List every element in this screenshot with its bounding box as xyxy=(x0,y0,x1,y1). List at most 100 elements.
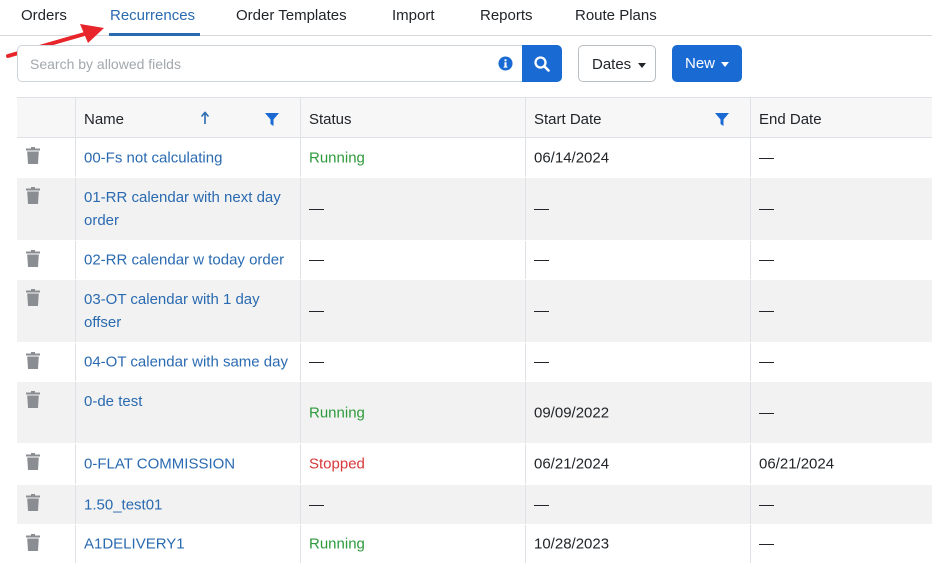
row-actions-cell xyxy=(17,525,75,563)
header-start-date-label: Start Date xyxy=(534,111,602,128)
header-end-date[interactable]: End Date xyxy=(750,98,932,138)
info-icon[interactable] xyxy=(498,56,513,71)
trash-icon[interactable] xyxy=(26,187,40,204)
row-actions-cell xyxy=(17,280,75,342)
recurrence-name-link[interactable]: 00-Fs not calculating xyxy=(84,146,294,169)
header-name[interactable]: Name xyxy=(75,98,301,138)
row-actions-cell xyxy=(17,444,75,484)
row-actions-cell xyxy=(17,138,75,177)
header-end-date-label: End Date xyxy=(759,111,822,128)
table-row: A1DELIVERY1 Running 10/28/2023 — xyxy=(17,525,932,564)
tab-orders[interactable]: Orders xyxy=(21,7,67,24)
recurrence-name-link[interactable]: 01-RR calendar with next day order xyxy=(84,186,294,232)
start-date-text: 09/09/2022 xyxy=(534,404,610,421)
row-name-cell: 01-RR calendar with next day order xyxy=(75,178,300,240)
new-dropdown-button[interactable]: New xyxy=(672,45,742,82)
recurrences-table: Name Status Start Date End Date 00-Fs no… xyxy=(17,97,932,564)
row-name-cell: 04-OT calendar with same day xyxy=(75,343,300,381)
filter-icon[interactable] xyxy=(265,113,279,127)
chevron-down-icon xyxy=(638,63,646,68)
dates-label: Dates xyxy=(592,56,632,73)
row-start-date-cell: 06/21/2024 xyxy=(525,444,750,484)
tab-order-templates[interactable]: Order Templates xyxy=(236,7,347,24)
trash-icon[interactable] xyxy=(26,494,40,511)
end-date-text: — xyxy=(759,200,774,218)
table-body: 00-Fs not calculating Running 06/14/2024—0… xyxy=(17,138,932,564)
recurrence-name-link[interactable]: 03-OT calendar with 1 day offser xyxy=(84,288,294,334)
row-end-date-cell: 06/21/2024 xyxy=(750,444,932,484)
start-date-text: — xyxy=(534,496,549,513)
row-start-date-cell: 10/28/2023 xyxy=(525,525,750,563)
trash-icon[interactable] xyxy=(26,352,40,369)
tab-import[interactable]: Import xyxy=(392,7,435,24)
status-text: — xyxy=(309,302,324,320)
row-name-cell: A1DELIVERY1 xyxy=(75,525,300,563)
recurrence-name-link[interactable]: 04-OT calendar with same day xyxy=(84,351,294,374)
row-end-date-cell: — xyxy=(750,382,932,443)
table-row: 01-RR calendar with next day order — — — xyxy=(17,178,932,241)
dates-dropdown-button[interactable]: Dates xyxy=(578,45,656,82)
trash-icon[interactable] xyxy=(26,147,40,164)
start-date-text: 06/14/2024 xyxy=(534,149,610,166)
trash-icon[interactable] xyxy=(26,289,40,306)
row-start-date-cell: — xyxy=(525,485,750,524)
row-status-cell: Running xyxy=(300,525,525,563)
table-row: 02-RR calendar w today order — — — xyxy=(17,241,932,280)
status-text: Running xyxy=(309,404,365,421)
tab-reports[interactable]: Reports xyxy=(480,7,533,24)
search-button[interactable] xyxy=(522,45,562,82)
end-date-text: — xyxy=(759,353,774,371)
tab-route-plans[interactable]: Route Plans xyxy=(575,7,657,24)
row-end-date-cell: — xyxy=(750,343,932,381)
status-text: Running xyxy=(309,149,365,166)
status-text: — xyxy=(309,353,324,371)
active-tab-indicator xyxy=(109,33,200,36)
header-name-label: Name xyxy=(84,111,125,128)
start-date-text: — xyxy=(534,200,549,218)
row-start-date-cell: — xyxy=(525,241,750,279)
start-date-text: — xyxy=(534,251,549,269)
chevron-down-icon xyxy=(721,62,729,67)
table-row: 03-OT calendar with 1 day offser — — — xyxy=(17,280,932,343)
filter-icon[interactable] xyxy=(715,113,729,127)
tab-recurrences[interactable]: Recurrences xyxy=(110,7,195,24)
header-actions xyxy=(17,98,75,138)
search-icon xyxy=(534,56,550,72)
table-row: 0-de test Running 09/09/2022 — xyxy=(17,382,932,444)
recurrence-name-link[interactable]: A1DELIVERY1 xyxy=(84,533,294,556)
row-actions-cell xyxy=(17,343,75,381)
end-date-text: — xyxy=(759,302,774,320)
recurrence-name-link[interactable]: 0-de test xyxy=(84,390,294,413)
row-name-cell: 02-RR calendar w today order xyxy=(75,241,300,279)
row-start-date-cell: — xyxy=(525,280,750,342)
sort-ascending-icon[interactable] xyxy=(200,111,210,125)
recurrence-name-link[interactable]: 02-RR calendar w today order xyxy=(84,249,294,272)
table-row: 1.50_test01 — — — xyxy=(17,485,932,525)
row-end-date-cell: — xyxy=(750,525,932,563)
trash-icon[interactable] xyxy=(26,250,40,267)
start-date-text: 06/21/2024 xyxy=(534,455,610,473)
row-end-date-cell: — xyxy=(750,485,932,524)
row-status-cell: — xyxy=(300,178,525,240)
search-input[interactable] xyxy=(30,46,490,81)
start-date-text: — xyxy=(534,353,549,371)
recurrence-name-link[interactable]: 1.50_test01 xyxy=(84,493,294,516)
header-start-date[interactable]: Start Date xyxy=(525,98,751,138)
row-name-cell: 1.50_test01 xyxy=(75,485,300,524)
header-status[interactable]: Status xyxy=(300,98,526,138)
end-date-text: — xyxy=(759,251,774,269)
trash-icon[interactable] xyxy=(26,453,40,470)
row-start-date-cell: — xyxy=(525,178,750,240)
table-row: 0-FLAT COMMISSION Stopped 06/21/2024 06/21/… xyxy=(17,444,932,485)
trash-icon[interactable] xyxy=(26,534,40,551)
new-label: New xyxy=(685,55,716,72)
recurrence-name-link[interactable]: 0-FLAT COMMISSION xyxy=(84,453,294,476)
row-actions-cell xyxy=(17,382,75,443)
row-name-cell: 00-Fs not calculating xyxy=(75,138,300,177)
search-box xyxy=(17,45,522,82)
table-row: 04-OT calendar with same day — — — xyxy=(17,343,932,382)
row-status-cell: Stopped xyxy=(300,444,525,484)
trash-icon[interactable] xyxy=(26,391,40,408)
end-date-text: 06/21/2024 xyxy=(759,455,835,473)
row-end-date-cell: — xyxy=(750,178,932,240)
